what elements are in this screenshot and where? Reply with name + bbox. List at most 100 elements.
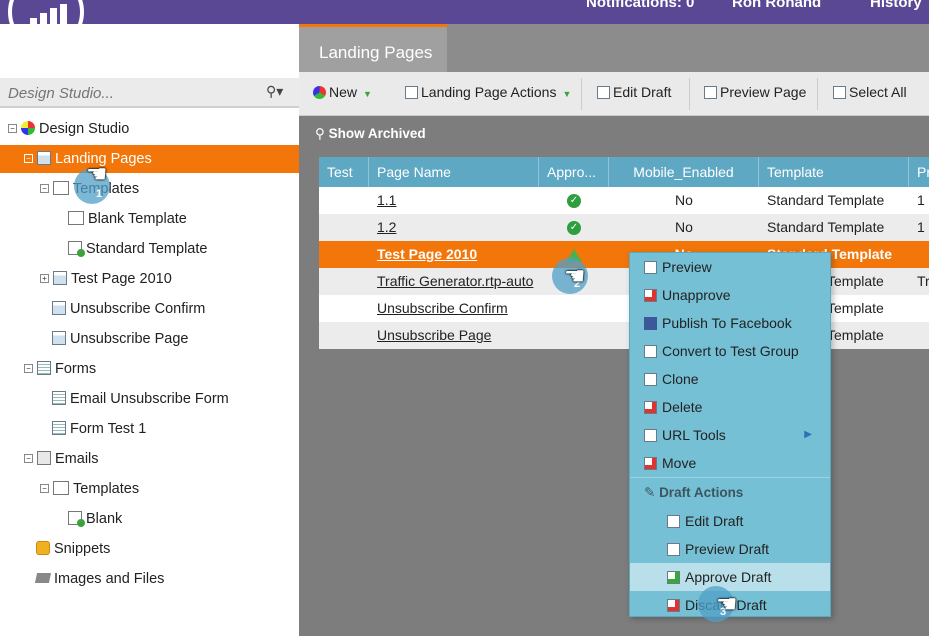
column-header[interactable]: Template bbox=[759, 157, 909, 187]
preview-icon bbox=[644, 260, 657, 274]
tree-item-unsubscribe-confirm[interactable]: Unsubscribe Confirm bbox=[52, 295, 205, 323]
landing-page-icon bbox=[53, 271, 67, 286]
filter-icon[interactable]: ⚲▾ bbox=[266, 83, 283, 100]
tab-landing-pages[interactable]: Landing Pages bbox=[299, 24, 447, 72]
menu-item-clone[interactable]: Clone bbox=[630, 365, 830, 393]
column-header[interactable]: Mobile_Enabled bbox=[609, 157, 759, 187]
notifications-link[interactable]: Notifications: 0 bbox=[586, 0, 694, 11]
preview-icon bbox=[704, 85, 717, 99]
emails-icon bbox=[37, 451, 51, 466]
draft-actions-header: ✎ Draft Actions bbox=[644, 479, 743, 507]
menu-item-publish-to-facebook[interactable]: Publish To Facebook bbox=[630, 309, 830, 337]
menu-item-preview[interactable]: Preview bbox=[630, 253, 830, 281]
table-row[interactable]: Test Page 2010NoStandard Template bbox=[319, 241, 929, 268]
approval-cell bbox=[539, 322, 609, 349]
page-name-link[interactable]: 1.2 bbox=[377, 214, 539, 241]
tree-item-label: Unsubscribe Page bbox=[70, 331, 189, 347]
extra-cell bbox=[917, 295, 929, 322]
menu-item-edit-draft[interactable]: Edit Draft bbox=[630, 507, 830, 535]
table-row[interactable]: Unsubscribe Confirm Template bbox=[319, 295, 929, 322]
column-header[interactable]: Test bbox=[319, 157, 369, 187]
history-link[interactable]: History bbox=[870, 0, 922, 11]
menu-item-move[interactable]: Move bbox=[630, 449, 830, 477]
menu-item-label: Clone bbox=[662, 371, 699, 387]
tree-item-snippets[interactable]: Snippets bbox=[36, 535, 110, 563]
collapse-toggle-icon[interactable]: − bbox=[8, 123, 17, 133]
tree-item-blank[interactable]: Blank bbox=[68, 505, 122, 533]
preview-page-button[interactable]: Preview Page bbox=[704, 84, 806, 100]
preview-page-label: Preview Page bbox=[720, 84, 807, 100]
tree-search: ⚲▾ bbox=[0, 78, 299, 108]
table-row[interactable]: 1.1 ✓ No Standard Template 1 bbox=[319, 187, 929, 214]
table-row[interactable]: 1.2 ✓ No Standard Template 1 bbox=[319, 214, 929, 241]
tree-item-design-studio[interactable]: − Design Studio bbox=[8, 115, 129, 143]
table-row[interactable]: Traffic Generator.rtp-auto Template Tr bbox=[319, 268, 929, 295]
collapse-toggle-icon[interactable]: − bbox=[40, 183, 49, 193]
menu-item-label: Convert to Test Group bbox=[662, 343, 799, 359]
column-header[interactable]: Pr bbox=[909, 157, 929, 187]
show-archived-bar: ⚲ Show Archived bbox=[299, 116, 929, 152]
tree-item-label: Unsubscribe Confirm bbox=[70, 301, 206, 317]
tree-item-email-unsubscribe-form[interactable]: Email Unsubscribe Form bbox=[52, 385, 229, 413]
menu-item-url-tools[interactable]: URL Tools ▶ bbox=[630, 421, 830, 449]
landing-page-actions-button[interactable]: Landing Page Actions ▼ bbox=[405, 84, 571, 100]
edit-draft-icon bbox=[667, 514, 680, 528]
page-name-link[interactable]: 1.1 bbox=[377, 187, 539, 214]
pencil-icon: ✎ bbox=[644, 485, 660, 500]
new-button-label: New bbox=[329, 84, 358, 100]
menu-item-approve-draft[interactable]: Approve Draft bbox=[630, 563, 830, 591]
tree-item-standard-template[interactable]: Standard Template bbox=[68, 235, 207, 263]
clone-icon bbox=[644, 372, 657, 386]
tree-item-templates[interactable]: − Templates bbox=[40, 475, 139, 503]
collapse-toggle-icon[interactable]: − bbox=[24, 363, 33, 373]
approved-check-icon: ✓ bbox=[567, 194, 581, 209]
tree-item-images-and-files[interactable]: Images and Files bbox=[34, 565, 164, 593]
hand-cursor-icon: ☚ bbox=[564, 263, 586, 290]
menu-item-unapprove[interactable]: Unapprove bbox=[630, 281, 830, 309]
tree-item-blank-template[interactable]: Blank Template bbox=[68, 205, 187, 233]
mobile-enabled-cell: No bbox=[675, 219, 693, 235]
page-name-link[interactable]: Unsubscribe Page bbox=[377, 322, 539, 349]
filter-icon: ⚲ bbox=[315, 126, 329, 141]
tree-item-test-page-2010[interactable]: + Test Page 2010 bbox=[40, 265, 172, 293]
app-root: Notifications: 0 Ron Rohand History ⚲▾ −… bbox=[0, 0, 929, 636]
form-icon bbox=[52, 391, 66, 406]
show-archived-link[interactable]: Show Archived bbox=[329, 126, 426, 141]
unapprove-icon bbox=[644, 288, 657, 302]
column-header[interactable]: Page Name bbox=[369, 157, 539, 187]
page-name-link[interactable]: Unsubscribe Confirm bbox=[377, 295, 539, 322]
menu-item-label: Edit Draft bbox=[685, 513, 744, 529]
tree-item-label: Standard Template bbox=[86, 241, 208, 257]
tree-item-emails[interactable]: − Emails bbox=[24, 445, 99, 473]
top-bar: Notifications: 0 Ron Rohand History bbox=[0, 0, 929, 24]
approved-check-icon: ✓ bbox=[567, 221, 581, 236]
extra-cell bbox=[917, 241, 929, 268]
tree-item-forms[interactable]: − Forms bbox=[24, 355, 96, 383]
page-name-link[interactable]: Traffic Generator.rtp-auto bbox=[377, 268, 539, 295]
tree-item-label: Forms bbox=[55, 361, 97, 377]
menu-item-convert-to-test-group[interactable]: Convert to Test Group bbox=[630, 337, 830, 365]
collapse-toggle-icon[interactable]: − bbox=[24, 453, 33, 463]
collapse-toggle-icon[interactable]: − bbox=[40, 483, 49, 493]
menu-item-delete[interactable]: Delete bbox=[630, 393, 830, 421]
user-menu[interactable]: Ron Rohand bbox=[732, 0, 821, 11]
select-all-button[interactable]: Select All bbox=[833, 84, 907, 100]
chevron-down-icon: ▼ bbox=[562, 89, 572, 99]
new-button[interactable]: New ▼ bbox=[313, 84, 372, 100]
edit-draft-button[interactable]: Edit Draft bbox=[597, 84, 671, 100]
tree-item-label: Form Test 1 bbox=[70, 421, 147, 437]
menu-item-preview-draft[interactable]: Preview Draft bbox=[630, 535, 830, 563]
tree-search-input[interactable] bbox=[8, 82, 248, 104]
page-name-link[interactable]: Test Page 2010 bbox=[377, 241, 539, 268]
grid-area: Test Page Name Appro... Mobile_Enabled Templ… bbox=[299, 152, 929, 636]
toolbar: New ▼ Landing Page Actions ▼ Edit Draft Pr… bbox=[299, 72, 929, 116]
collapse-toggle-icon[interactable]: − bbox=[24, 153, 33, 163]
extra-cell: 1 bbox=[917, 192, 925, 208]
facebook-icon bbox=[644, 316, 657, 330]
expand-toggle-icon[interactable]: + bbox=[40, 273, 49, 283]
tree-item-unsubscribe-page[interactable]: Unsubscribe Page bbox=[52, 325, 189, 353]
tree-item-form-test-1[interactable]: Form Test 1 bbox=[52, 415, 146, 443]
column-header[interactable]: Appro... bbox=[539, 157, 609, 187]
tree-item-landing-pages[interactable]: − Landing Pages bbox=[0, 145, 299, 173]
table-row[interactable]: Unsubscribe Page Template bbox=[319, 322, 929, 349]
